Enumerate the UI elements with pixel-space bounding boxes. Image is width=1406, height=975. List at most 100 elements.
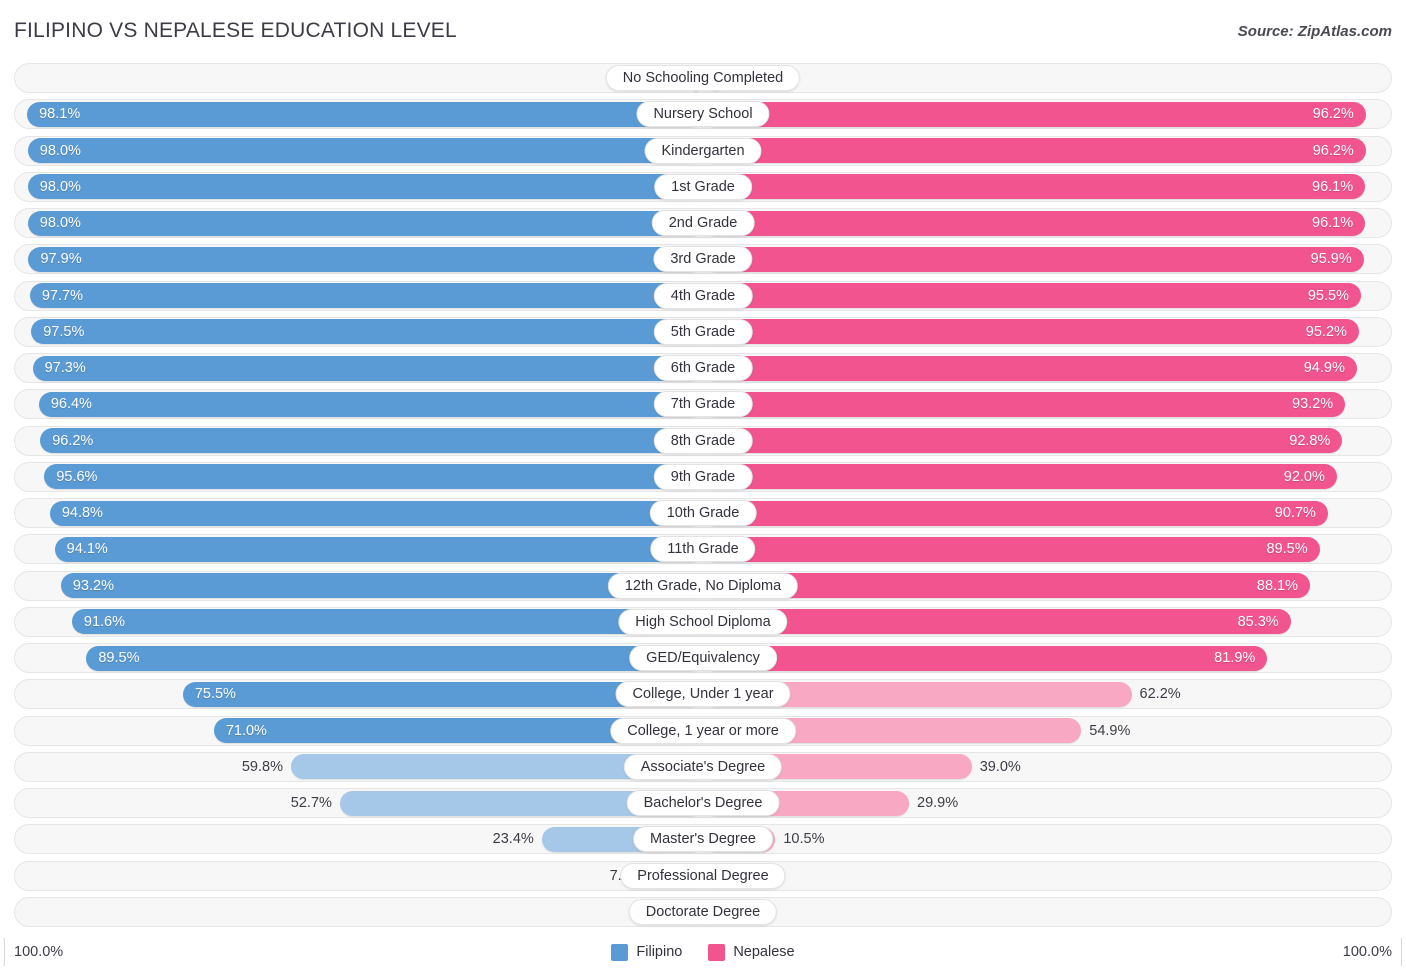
chart-row: 94.1% 89.5% 11th Grade	[14, 533, 1392, 565]
filipino-value-label: 97.3%	[44, 360, 86, 377]
nepalese-value-label: 10.5%	[783, 831, 825, 848]
filipino-bar[interactable]: 98.0%	[27, 210, 703, 236]
chart-footer: 100.0% Filipino Nepalese 100.0%	[3, 937, 1403, 967]
category-label: Master's Degree	[633, 826, 773, 853]
filipino-half: 96.2%	[14, 425, 703, 457]
nepalese-bar[interactable]: 96.2%	[703, 138, 1366, 164]
filipino-half: 94.1%	[14, 533, 703, 565]
filipino-bar[interactable]: 91.6%	[71, 609, 703, 635]
nepalese-value-label: 88.1%	[1256, 577, 1298, 594]
nepalese-bar[interactable]: 96.1%	[703, 174, 1366, 200]
filipino-bar[interactable]: 89.5%	[86, 645, 703, 671]
nepalese-bar[interactable]: 95.9%	[703, 246, 1364, 272]
nepalese-value-label: 90.7%	[1274, 505, 1316, 522]
category-label: 6th Grade	[653, 355, 753, 382]
legend-item[interactable]: Filipino	[611, 943, 683, 961]
filipino-bar[interactable]: 94.1%	[54, 536, 703, 562]
filipino-bar[interactable]: 96.2%	[40, 428, 703, 454]
nepalese-bar[interactable]: 94.9%	[703, 355, 1357, 381]
filipino-half: 93.2%	[14, 570, 703, 602]
filipino-value-label: 98.0%	[39, 178, 81, 195]
nepalese-bar[interactable]: 89.5%	[703, 536, 1320, 562]
source-attribution: Source: ZipAtlas.com	[1237, 22, 1392, 40]
nepalese-bar[interactable]: 95.5%	[703, 283, 1361, 309]
nepalese-bar[interactable]: 92.8%	[703, 428, 1343, 454]
nepalese-half: 85.3%	[703, 606, 1392, 638]
nepalese-value-label: 96.1%	[1312, 178, 1354, 195]
filipino-bar[interactable]: 93.2%	[60, 573, 703, 599]
filipino-value-label: 94.1%	[66, 541, 108, 558]
chart-row: 97.3% 94.9% 6th Grade	[14, 352, 1392, 384]
nepalese-half: 95.9%	[703, 243, 1392, 275]
nepalese-bar[interactable]: 92.0%	[703, 464, 1337, 490]
chart-row: 98.0% 96.2% Kindergarten	[14, 135, 1392, 167]
filipino-half: 23.4%	[14, 823, 703, 855]
nepalese-half: 39.0%	[703, 751, 1392, 783]
filipino-half: 91.6%	[14, 606, 703, 638]
nepalese-half: 10.5%	[703, 823, 1392, 855]
nepalese-bar[interactable]: 81.9%	[703, 645, 1268, 671]
filipino-bar[interactable]: 94.8%	[49, 500, 703, 526]
chart-row: 93.2% 88.1% 12th Grade, No Diploma	[14, 570, 1392, 602]
diverging-bar-chart: 2.0%3.8%No Schooling Completed 98.1% 96.2%…	[14, 62, 1392, 932]
category-label: 4th Grade	[653, 282, 753, 309]
nepalese-half: 88.1%	[703, 570, 1392, 602]
category-label: Associate's Degree	[623, 753, 783, 780]
filipino-value-label: 98.0%	[39, 142, 81, 159]
category-label: Nursery School	[636, 101, 770, 128]
filipino-value-label: 98.1%	[39, 106, 81, 123]
filipino-bar[interactable]: 96.4%	[38, 391, 703, 417]
nepalese-half: 92.8%	[703, 425, 1392, 457]
filipino-value-label: 75.5%	[194, 686, 236, 703]
nepalese-value-label: 95.5%	[1307, 287, 1349, 304]
chart-row: 97.7% 95.5% 4th Grade	[14, 280, 1392, 312]
filipino-half: 3.4%	[14, 896, 703, 928]
chart-row: 71.0% 54.9% College, 1 year or more	[14, 715, 1392, 747]
chart-legend: Filipino Nepalese	[611, 943, 795, 961]
chart-row: 98.0% 96.1% 1st Grade	[14, 171, 1392, 203]
nepalese-bar[interactable]: 90.7%	[703, 500, 1328, 526]
nepalese-bar[interactable]: 85.3%	[703, 609, 1291, 635]
nepalese-bar[interactable]: 96.1%	[703, 210, 1366, 236]
nepalese-half: 29.9%	[703, 787, 1392, 819]
category-label: 12th Grade, No Diploma	[607, 572, 799, 599]
category-label: 1st Grade	[654, 173, 752, 200]
filipino-bar[interactable]: 98.0%	[27, 138, 703, 164]
chart-row: 96.2% 92.8% 8th Grade	[14, 425, 1392, 457]
filipino-half: 71.0%	[14, 715, 703, 747]
nepalese-half: 96.2%	[703, 135, 1392, 167]
nepalese-value-label: 54.9%	[1089, 722, 1131, 739]
filipino-half: 97.9%	[14, 243, 703, 275]
nepalese-bar[interactable]: 96.2%	[703, 101, 1366, 127]
chart-row: 59.8% 39.0% Associate's Degree	[14, 751, 1392, 783]
nepalese-bar[interactable]: 95.2%	[703, 319, 1359, 345]
legend-item[interactable]: Nepalese	[708, 943, 795, 961]
nepalese-value-label: 94.9%	[1303, 360, 1345, 377]
nepalese-half: 96.1%	[703, 171, 1392, 203]
nepalese-half: 95.5%	[703, 280, 1392, 312]
filipino-bar[interactable]: 97.9%	[28, 246, 703, 272]
category-label: High School Diploma	[618, 608, 788, 635]
nepalese-half: 92.0%	[703, 461, 1392, 493]
filipino-value-label: 89.5%	[98, 650, 140, 667]
filipino-bar[interactable]: 97.3%	[32, 355, 703, 381]
filipino-value-label: 96.4%	[50, 396, 92, 413]
filipino-half: 59.8%	[14, 751, 703, 783]
filipino-bar[interactable]: 95.6%	[44, 464, 703, 490]
legend-label: Filipino	[636, 944, 683, 960]
filipino-bar[interactable]: 97.7%	[29, 283, 703, 309]
nepalese-value-label: 92.0%	[1283, 468, 1325, 485]
filipino-half: 94.8%	[14, 497, 703, 529]
filipino-bar[interactable]: 98.0%	[27, 174, 703, 200]
nepalese-value-label: 39.0%	[979, 758, 1021, 775]
chart-row: 91.6% 85.3% High School Diploma	[14, 606, 1392, 638]
filipino-bar[interactable]: 97.5%	[31, 319, 703, 345]
category-label: GED/Equivalency	[629, 645, 777, 672]
nepalese-bar[interactable]: 93.2%	[703, 391, 1346, 417]
filipino-half: 89.5%	[14, 642, 703, 674]
filipino-value-label: 71.0%	[225, 722, 267, 739]
filipino-bar[interactable]: 98.1%	[27, 101, 703, 127]
nepalese-value-label: 95.2%	[1305, 323, 1347, 340]
filipino-value-label: 98.0%	[39, 215, 81, 232]
category-label: College, 1 year or more	[610, 717, 796, 744]
